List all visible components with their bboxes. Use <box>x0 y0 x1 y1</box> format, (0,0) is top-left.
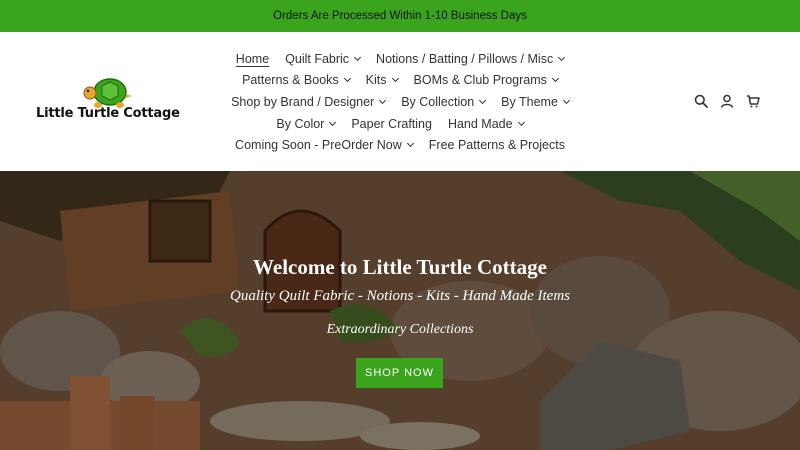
nav-item-patterns-books[interactable]: Patterns & Books <box>242 73 351 88</box>
nav-item-quilt-fabric[interactable]: Quilt Fabric <box>285 51 362 66</box>
nav-item-paper-crafting[interactable]: Paper Crafting <box>351 117 432 131</box>
site-header: Little Turtle Cottage Home Quilt Fabric … <box>0 32 800 171</box>
nav-label: Quilt Fabric <box>285 51 350 66</box>
hero-banner: Welcome to Little Turtle Cottage Quality… <box>0 171 800 450</box>
nav-item-coming-soon[interactable]: Coming Soon - PreOrder Now <box>235 138 414 153</box>
chevron-down-icon <box>551 75 559 83</box>
chevron-down-icon <box>406 140 414 148</box>
search-icon[interactable] <box>694 94 708 108</box>
nav-row-5: Coming Soon - PreOrder Now Free Patterns… <box>212 134 588 156</box>
chevron-down-icon <box>354 53 362 61</box>
shop-now-button[interactable]: SHOP NOW <box>356 358 443 388</box>
chevron-down-icon <box>391 75 399 83</box>
nav-row-2: Patterns & Books Kits BOMs & Club Progra… <box>212 70 588 92</box>
nav-item-free-patterns[interactable]: Free Patterns & Projects <box>429 138 565 152</box>
nav-item-kits[interactable]: Kits <box>365 73 399 88</box>
chevron-down-icon <box>479 96 487 105</box>
hero-tagline: Extraordinary Collections <box>326 322 474 337</box>
logo[interactable]: Little Turtle Cottage <box>36 76 192 128</box>
nav-label: By Color <box>276 116 325 131</box>
hero-content: Welcome to Little Turtle Cottage Quality… <box>0 171 800 450</box>
nav-item-by-theme[interactable]: By Theme <box>501 94 570 109</box>
nav-item-notions[interactable]: Notions / Batting / Pillows / Misc <box>376 51 566 66</box>
nav-label: By Collection <box>401 94 475 109</box>
nav-label: Free Patterns & Projects <box>428 138 565 153</box>
nav-label: Patterns & Books <box>242 73 339 88</box>
announcement-bar: Orders Are Processed Within 1-10 Busines… <box>0 0 800 32</box>
nav-item-shop-by-brand[interactable]: Shop by Brand / Designer <box>231 94 387 109</box>
nav-label: By Theme <box>501 94 558 109</box>
chevron-down-icon <box>343 75 351 83</box>
nav-row-3: Shop by Brand / Designer By Collection B… <box>212 91 588 113</box>
chevron-down-icon <box>517 118 525 126</box>
hero-subtitle: Quality Quilt Fabric - Notions - Kits - … <box>230 288 570 304</box>
nav-item-by-collection[interactable]: By Collection <box>401 94 487 109</box>
nav-row-4: By Color Paper Crafting Hand Made <box>212 113 588 135</box>
nav-item-hand-made[interactable]: Hand Made <box>447 116 525 131</box>
nav-item-home[interactable]: Home <box>236 52 269 66</box>
announcement-text: Orders Are Processed Within 1-10 Busines… <box>273 10 527 22</box>
nav-label: Kits <box>365 73 387 88</box>
nav-label: Coming Soon - PreOrder Now <box>235 138 402 153</box>
nav-label: Paper Crafting <box>351 116 432 131</box>
turtle-icon <box>83 78 132 108</box>
chevron-down-icon <box>562 96 570 105</box>
brand-name: Little Turtle Cottage <box>36 106 180 121</box>
nav-label: BOMs & Club Programs <box>413 73 547 88</box>
hero-title: Welcome to Little Turtle Cottage <box>253 255 547 279</box>
nav-label: Notions / Batting / Pillows / Misc <box>376 51 554 66</box>
chevron-down-icon <box>329 118 337 126</box>
header-icons <box>694 94 760 108</box>
nav-row-1: Home Quilt Fabric Notions / Batting / Pi… <box>212 48 588 70</box>
nav-label: Home <box>235 51 270 66</box>
cart-icon[interactable] <box>746 94 760 108</box>
nav-item-boms[interactable]: BOMs & Club Programs <box>413 73 559 88</box>
main-nav: Home Quilt Fabric Notions / Batting / Pi… <box>212 48 588 156</box>
account-icon[interactable] <box>720 94 734 108</box>
nav-item-by-color[interactable]: By Color <box>276 116 337 131</box>
chevron-down-icon <box>379 96 387 105</box>
nav-label: Hand Made <box>447 116 513 131</box>
chevron-down-icon <box>558 53 566 61</box>
nav-label: Shop by Brand / Designer <box>231 94 375 109</box>
